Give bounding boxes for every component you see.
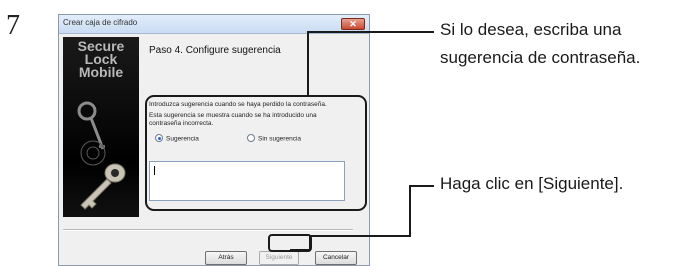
callout-next: Haga clic en [Siguiente]. (440, 174, 624, 193)
callout-hint-line1: Si lo desea, escriba una (440, 20, 622, 39)
callout-hint-line2: sugerencia de contraseña. (440, 48, 641, 67)
